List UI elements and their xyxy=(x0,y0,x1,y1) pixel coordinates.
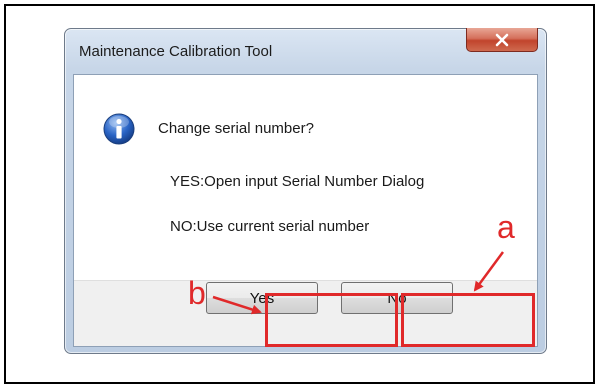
no-highlight-box xyxy=(401,293,535,347)
close-icon xyxy=(495,33,509,46)
callout-label-b: b xyxy=(188,275,206,311)
yes-highlight-box xyxy=(265,293,398,347)
message-no-hint: NO:Use current serial number xyxy=(170,218,370,235)
message-yes-hint: YES:Open input Serial Number Dialog xyxy=(170,173,425,190)
message-question: Change serial number? xyxy=(158,120,314,137)
information-icon xyxy=(103,113,135,145)
close-button[interactable] xyxy=(466,28,538,52)
dialog-title: Maintenance Calibration Tool xyxy=(79,43,273,60)
callout-label-a: a xyxy=(497,209,515,245)
